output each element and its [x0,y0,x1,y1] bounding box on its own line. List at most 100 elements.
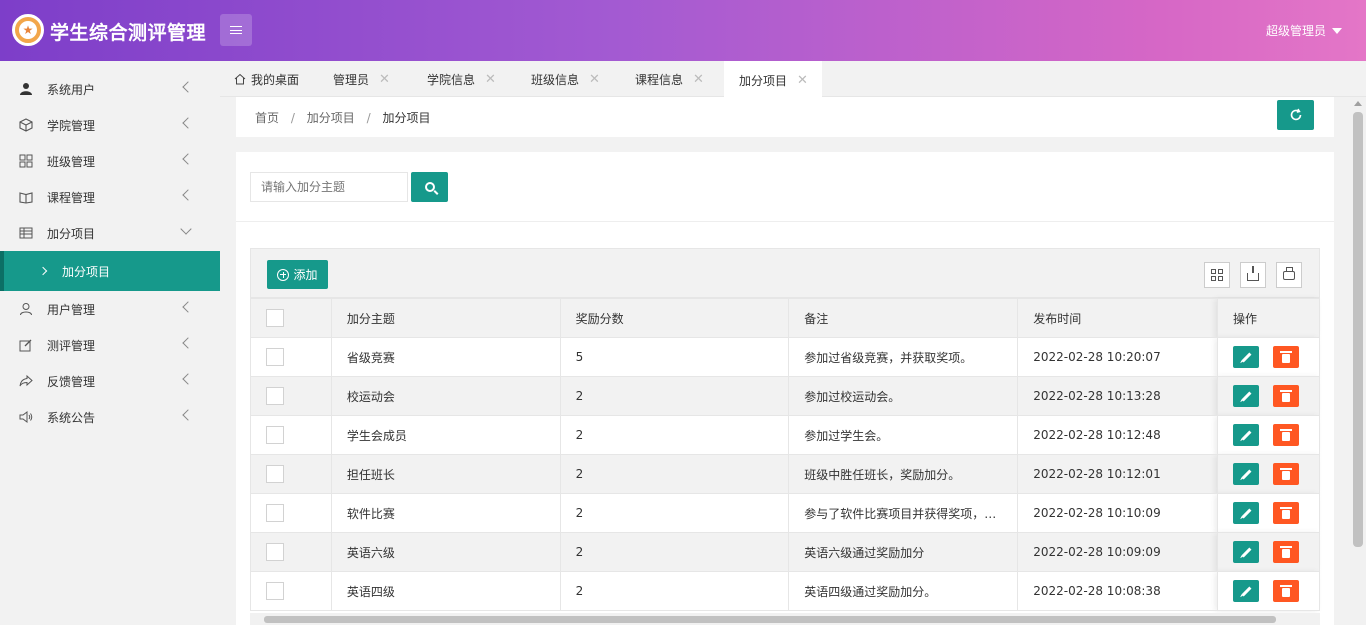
cell-score: 2 [559,376,790,416]
select-all-checkbox[interactable] [266,309,284,327]
row-checkbox[interactable] [266,582,284,600]
scroll-up-arrow-icon[interactable] [1354,101,1362,106]
tab-course-info[interactable]: 课程信息 ✕ [635,61,704,97]
cell-note: 参与了软件比赛项目并获得奖项，… [788,493,1019,533]
delete-button[interactable] [1272,502,1299,524]
user-menu[interactable]: 超级管理员 [1266,22,1342,39]
edit-button[interactable] [1233,346,1260,368]
delete-button[interactable] [1272,346,1299,368]
cell-ops [1217,454,1320,494]
row-checkbox[interactable] [266,426,284,444]
columns-filter-button[interactable] [1204,262,1230,288]
edit-button[interactable] [1233,424,1260,446]
sidebar: 系统用户 学院管理 班级管理 课程管理 加分项目 加分项目 用户管理 测评管理 … [0,61,220,625]
close-icon[interactable]: ✕ [379,72,390,87]
cell-score: 2 [559,571,790,611]
tab-desktop[interactable]: 我的桌面 [234,61,299,97]
chevron-left-icon [182,81,194,93]
tab-label: 班级信息 [531,72,580,87]
vertical-scroll-thumb[interactable] [1353,112,1363,547]
tab-admin[interactable]: 管理员 ✕ [333,61,390,97]
cell-note: 英语四级通过奖励加分。 [788,571,1019,611]
sidebar-item-feedback[interactable]: 反馈管理 [0,363,220,399]
sidebar-item-evaluation[interactable]: 测评管理 [0,327,220,363]
cell-topic: 英语四级 [330,571,561,611]
close-icon[interactable]: ✕ [693,72,704,87]
sidebar-item-class[interactable]: 班级管理 [0,143,220,179]
delete-button[interactable] [1272,424,1299,446]
pencil-icon [1241,508,1251,518]
tab-label: 课程信息 [635,72,684,87]
search-icon [424,182,435,192]
tab-bonus-items[interactable]: 加分项目 ✕ [724,61,822,97]
export-button[interactable] [1240,262,1266,288]
delete-button[interactable] [1272,385,1299,407]
cube-icon [19,118,33,132]
column-header-note[interactable]: 备注 [788,298,1019,338]
sidebar-item-label: 用户管理 [47,302,96,317]
menu-toggle-button[interactable] [220,14,252,46]
sidebar-subitem-bonus[interactable]: 加分项目 [0,251,220,291]
cell-topic: 英语六级 [330,532,561,572]
trash-icon [1279,428,1292,441]
delete-button[interactable] [1272,541,1299,563]
column-header-score[interactable]: 奖励分数 [559,298,790,338]
column-header-topic[interactable]: 加分主题 [330,298,561,338]
close-icon[interactable]: ✕ [589,72,600,87]
add-button[interactable]: 添加 [267,260,328,289]
delete-button[interactable] [1272,463,1299,485]
row-checkbox[interactable] [266,543,284,561]
cell-ops [1217,493,1320,533]
edit-button[interactable] [1233,502,1260,524]
hamburger-icon [230,26,242,34]
breadcrumb-level1[interactable]: 加分项目 [307,111,355,125]
row-checkbox[interactable] [266,465,284,483]
close-icon[interactable]: ✕ [797,73,808,88]
table-row: 软件比赛 2 参与了软件比赛项目并获得奖项，… 2022-02-28 10:10… [250,493,1320,533]
pencil-icon [1241,547,1251,557]
breadcrumb-separator: / [366,111,371,125]
cell-time: 2022-02-28 10:12:01 [1017,454,1219,494]
tab-college-info[interactable]: 学院信息 ✕ [427,61,496,97]
sidebar-item-college[interactable]: 学院管理 [0,107,220,143]
table-icon [19,226,33,240]
edit-button[interactable] [1233,541,1260,563]
sidebar-item-user-mgmt[interactable]: 用户管理 [0,291,220,327]
refresh-button[interactable] [1277,100,1314,130]
sidebar-item-label: 系统公告 [47,410,96,425]
search-button[interactable] [411,172,448,202]
pencil-icon [1241,391,1251,401]
edit-button[interactable] [1233,463,1260,485]
sidebar-item-announcement[interactable]: 系统公告 [0,399,220,435]
sidebar-item-system-users[interactable]: 系统用户 [0,71,220,107]
breadcrumb-home[interactable]: 首页 [255,111,279,125]
row-checkbox[interactable] [266,504,284,522]
horizontal-scroll-thumb[interactable] [264,616,1276,623]
edit-button[interactable] [1233,580,1260,602]
book-icon [19,190,33,204]
delete-button[interactable] [1272,580,1299,602]
horizontal-scrollbar[interactable] [250,613,1320,625]
column-header-time[interactable]: 发布时间 [1017,298,1219,338]
pencil-icon [1241,586,1251,596]
table-header-row: 加分主题 奖励分数 备注 发布时间 操作 [250,298,1320,338]
sidebar-item-bonus[interactable]: 加分项目 [0,215,220,251]
column-header-ops: 操作 [1217,298,1320,338]
search-input[interactable] [250,172,408,202]
row-checkbox[interactable] [266,348,284,366]
chevron-left-icon [182,189,194,201]
vertical-scrollbar[interactable] [1350,97,1366,625]
row-checkbox[interactable] [266,387,284,405]
print-button[interactable] [1276,262,1302,288]
tab-class-info[interactable]: 班级信息 ✕ [531,61,600,97]
edit-button[interactable] [1233,385,1260,407]
sidebar-item-course[interactable]: 课程管理 [0,179,220,215]
sidebar-item-label: 课程管理 [47,190,96,205]
cell-score: 2 [559,415,790,455]
speaker-icon [19,410,33,424]
close-icon[interactable]: ✕ [485,72,496,87]
chevron-left-icon [182,409,194,421]
search-panel [236,152,1334,222]
table-row: 省级竞赛 5 参加过省级竞赛，并获取奖项。 2022-02-28 10:20:0… [250,337,1320,377]
star-badge-icon[interactable]: ★ [12,14,44,46]
